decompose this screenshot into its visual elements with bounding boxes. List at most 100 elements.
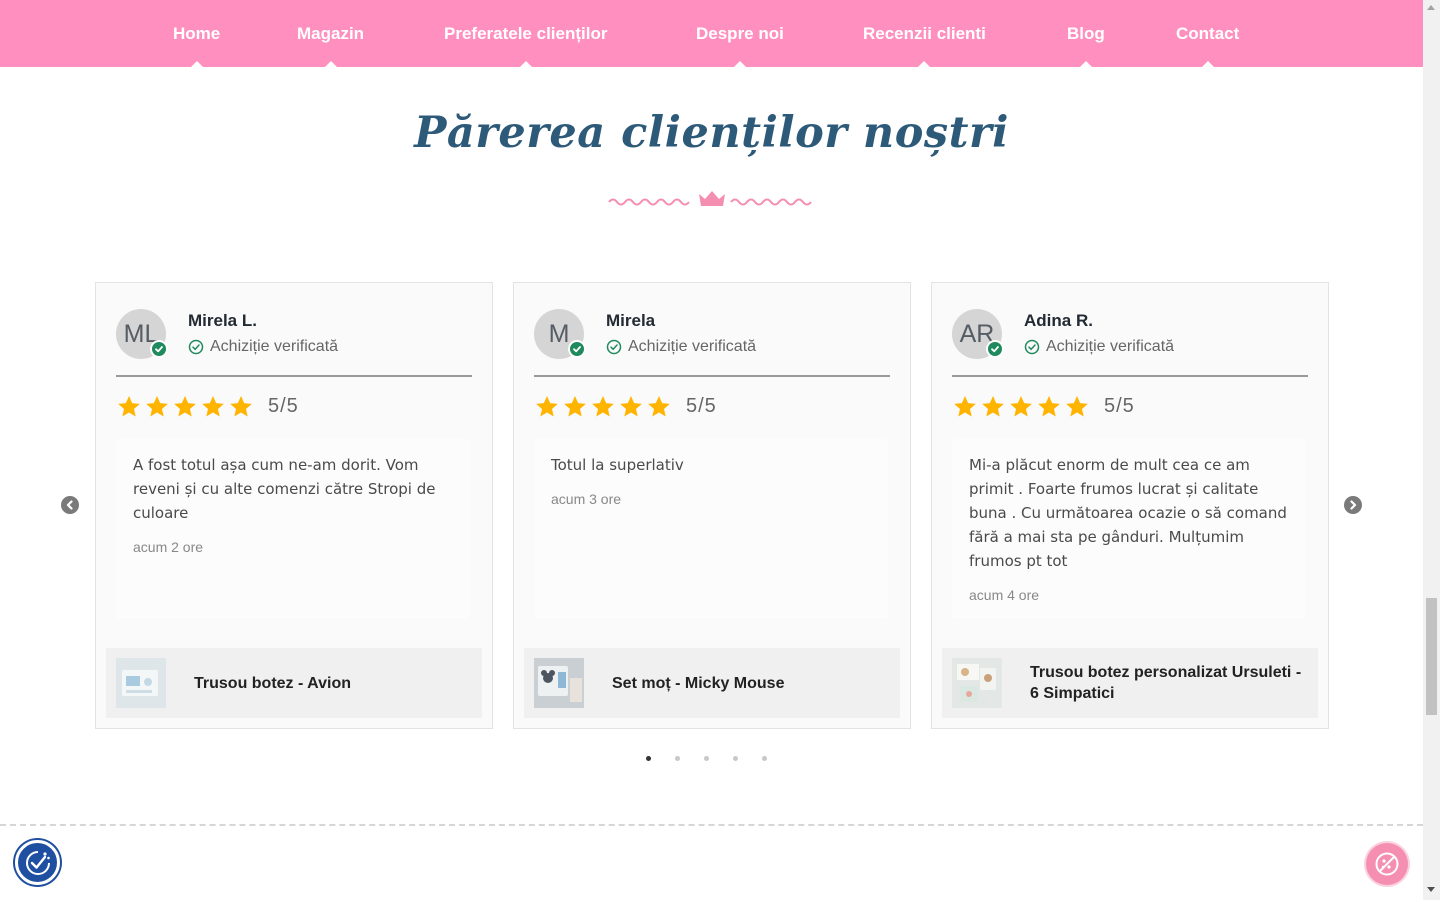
pagination-dot[interactable] (762, 756, 767, 761)
product-thumbnail (952, 658, 1002, 708)
reviewed-product[interactable]: Set moț - Micky Mouse (524, 648, 900, 718)
review-text: A fost totul așa cum ne-am dorit. Vom re… (133, 456, 436, 522)
nav-label: Recenzii clienti (863, 23, 986, 43)
star-icon (1010, 395, 1032, 417)
review-body: Mi-a plăcut enorm de mult cea ce am prim… (952, 439, 1306, 619)
accessibility-icon (25, 850, 50, 875)
star-icon (620, 395, 642, 417)
verified-badge-icon (568, 340, 586, 358)
star-rating (534, 394, 672, 420)
review-text: Mi-a plăcut enorm de mult cea ce am prim… (969, 456, 1287, 570)
pagination-dot[interactable] (704, 756, 709, 761)
carousel-prev-button[interactable] (61, 496, 79, 514)
crown-divider-icon (608, 191, 812, 206)
nav-label: Blog (1067, 23, 1105, 43)
nav-label: Contact (1176, 23, 1240, 43)
review-time: acum 4 ore (969, 587, 1040, 603)
product-thumbnail (534, 658, 584, 708)
reviewed-product[interactable]: Trusou botez personalizat Ursuleti - 6 S… (942, 648, 1318, 718)
carousel-next-button[interactable] (1344, 496, 1362, 514)
avatar-initials: M (548, 319, 570, 348)
rating-score: 5/5 (1104, 395, 1135, 417)
review-body: Totul la superlativ acum 3 ore (534, 439, 888, 619)
rating-score: 5/5 (686, 395, 717, 417)
verified-label: Achiziție verificată (210, 338, 339, 355)
nav-item-home[interactable]: Home (173, 0, 221, 68)
review-card: ML Mirela L. Achiziție verificată 5/5 A … (95, 282, 493, 729)
page-scrollbar[interactable] (1423, 0, 1440, 900)
scroll-up-arrow[interactable] (1427, 5, 1435, 10)
chevron-left-icon (66, 500, 73, 510)
carousel-pagination (646, 756, 767, 761)
nav-label: Home (173, 23, 221, 43)
card-divider (952, 375, 1308, 377)
nav-label: Preferatele clienților (444, 23, 608, 43)
star-rating (116, 394, 254, 420)
star-icon (202, 395, 224, 417)
check-circle-icon (1024, 339, 1040, 355)
star-icon (982, 395, 1004, 417)
review-time: acum 2 ore (133, 539, 204, 555)
star-icon (146, 395, 168, 417)
product-thumbnail (116, 658, 166, 708)
nav-label: Magazin (297, 23, 365, 43)
reviewer-name: Adina R. (1024, 311, 1093, 330)
section-title: Părerea clienților noștri (414, 108, 1009, 158)
pagination-dot[interactable] (733, 756, 738, 761)
nav-item-magazin[interactable]: Magazin (297, 0, 365, 68)
nav-notch (1078, 61, 1093, 68)
avatar: ML (116, 309, 168, 359)
star-icon (954, 395, 976, 417)
avatar: AR (952, 309, 1004, 359)
page: Home Magazin Preferatele clienților Desp… (0, 0, 1440, 900)
reviewer-name: Mirela L. (188, 311, 257, 330)
card-divider (534, 375, 890, 377)
top-nav: Home Magazin Preferatele clienților Desp… (0, 0, 1423, 68)
pagination-dot[interactable] (675, 756, 680, 761)
star-icon (536, 395, 558, 417)
verified-purchase: Achiziție verificată (188, 338, 338, 356)
dashed-divider (0, 824, 1423, 826)
nav-item-blog[interactable]: Blog (1067, 0, 1105, 68)
verified-badge-icon (986, 340, 1004, 358)
reviewed-product[interactable]: Trusou botez - Avion (106, 648, 482, 718)
nav-notch (732, 61, 747, 68)
star-icon (592, 395, 614, 417)
accessibility-button[interactable] (15, 840, 60, 885)
cookie-settings-button[interactable] (1366, 843, 1408, 885)
product-name[interactable]: Trusou botez personalizat Ursuleti - 6 S… (1030, 648, 1310, 718)
verified-purchase: Achiziție verificată (1024, 338, 1174, 356)
review-text: Totul la superlativ (551, 456, 684, 474)
star-icon (118, 395, 140, 417)
star-icon (1066, 395, 1088, 417)
verified-label: Achiziție verificată (628, 338, 757, 355)
nav-item-recenzii-clienti[interactable]: Recenzii clienti (863, 0, 986, 68)
product-name[interactable]: Set moț - Micky Mouse (612, 648, 892, 718)
pagination-dot[interactable] (646, 756, 651, 761)
avatar: M (534, 309, 586, 359)
product-name[interactable]: Trusou botez - Avion (194, 648, 474, 718)
check-circle-icon (188, 339, 204, 355)
star-icon (648, 395, 670, 417)
cookie-icon (1375, 852, 1399, 876)
rating-score: 5/5 (268, 395, 299, 417)
nav-item-contact[interactable]: Contact (1176, 0, 1240, 68)
nav-notch (323, 61, 338, 68)
chevron-right-icon (1350, 500, 1357, 510)
nav-notch (189, 61, 204, 68)
verified-label: Achiziție verificată (1046, 338, 1175, 355)
nav-item-despre-noi[interactable]: Despre noi (696, 0, 784, 68)
nav-item-preferatele-clientilor[interactable]: Preferatele clienților (444, 0, 608, 68)
nav-notch (1200, 61, 1215, 68)
scroll-down-arrow[interactable] (1427, 887, 1435, 892)
review-time: acum 3 ore (551, 491, 622, 507)
scroll-thumb[interactable] (1426, 598, 1437, 715)
review-body: A fost totul așa cum ne-am dorit. Vom re… (116, 439, 470, 619)
review-card: M Mirela Achiziție verificată 5/5 Totul … (513, 282, 911, 729)
star-icon (564, 395, 586, 417)
verified-badge-icon (150, 340, 168, 358)
reviewer-name: Mirela (606, 311, 656, 330)
nav-label: Despre noi (696, 23, 784, 43)
nav-notch (518, 61, 533, 68)
review-card: AR Adina R. Achiziție verificată 5/5 Mi-… (931, 282, 1329, 729)
